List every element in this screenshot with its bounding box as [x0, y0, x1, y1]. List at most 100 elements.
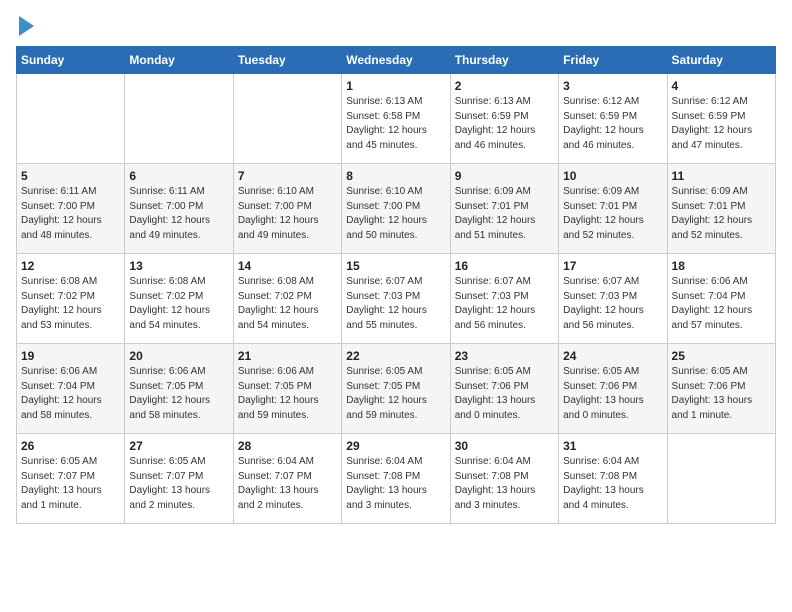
day-number: 19 — [21, 349, 120, 363]
day-header-tuesday: Tuesday — [233, 47, 341, 74]
calendar-cell: 5Sunrise: 6:11 AM Sunset: 7:00 PM Daylig… — [17, 164, 125, 254]
day-number: 13 — [129, 259, 228, 273]
day-number: 11 — [672, 169, 771, 183]
calendar-cell: 25Sunrise: 6:05 AM Sunset: 7:06 PM Dayli… — [667, 344, 775, 434]
calendar-table: SundayMondayTuesdayWednesdayThursdayFrid… — [16, 46, 776, 524]
day-number: 20 — [129, 349, 228, 363]
cell-text: Sunrise: 6:06 AM Sunset: 7:04 PM Dayligh… — [672, 275, 771, 333]
cell-text: Sunrise: 6:10 AM Sunset: 7:00 PM Dayligh… — [238, 185, 337, 243]
calendar-cell: 22 Sunrise: 6:05 AM Sunset: 7:05 PM Dayli… — [342, 344, 450, 434]
calendar-cell: 8 Sunrise: 6:10 AM Sunset: 7:00 PM Daylig… — [342, 164, 450, 254]
cell-text: Sunrise: 6:12 AM Sunset: 6:59 PM Dayligh… — [672, 95, 771, 153]
calendar-cell: 7 Sunrise: 6:10 AM Sunset: 7:00 PM Daylig… — [233, 164, 341, 254]
cell-text: Sunrise: 6:04 AM Sunset: 7:07 PM Dayligh… — [238, 455, 337, 513]
header — [16, 16, 776, 36]
day-number: 17 — [563, 259, 662, 273]
calendar-cell: 23 Sunrise: 6:05 AM Sunset: 7:06 PM Dayli… — [450, 344, 558, 434]
day-number: 2 — [455, 79, 554, 93]
day-number: 9 — [455, 169, 554, 183]
cell-text: Sunrise: 6:06 AM Sunset: 7:05 PM Dayligh… — [238, 365, 337, 423]
day-number: 4 — [672, 79, 771, 93]
day-number: 24 — [563, 349, 662, 363]
calendar-cell: 17Sunrise: 6:07 AM Sunset: 7:03 PM Dayli… — [559, 254, 667, 344]
calendar-cell: 20 Sunrise: 6:06 AM Sunset: 7:05 PM Dayli… — [125, 344, 233, 434]
week-row-4: 19 Sunrise: 6:06 AM Sunset: 7:04 PM Dayli… — [17, 344, 776, 434]
calendar-cell: 29 Sunrise: 6:04 AM Sunset: 7:08 PM Dayli… — [342, 434, 450, 524]
day-number: 15 — [346, 259, 445, 273]
day-number: 23 — [455, 349, 554, 363]
calendar-cell: 10 Sunrise: 6:09 AM Sunset: 7:01 PM Dayli… — [559, 164, 667, 254]
day-number: 6 — [129, 169, 228, 183]
day-number: 7 — [238, 169, 337, 183]
logo-line1 — [16, 16, 34, 36]
calendar-cell — [667, 434, 775, 524]
day-number: 12 — [21, 259, 120, 273]
calendar-cell: 21 Sunrise: 6:06 AM Sunset: 7:05 PM Dayli… — [233, 344, 341, 434]
week-row-2: 5 Sunrise: 6:11 AM Sunset: 7:00 PM Daylig… — [17, 164, 776, 254]
cell-text: Sunrise: 6:07 AM Sunset: 7:03 PM Dayligh… — [455, 275, 554, 333]
cell-text: Sunrise: 6:05 AM Sunset: 7:06 PM Dayligh… — [563, 365, 662, 423]
cell-text: Sunrise: 6:04 AM Sunset: 7:08 PM Dayligh… — [563, 455, 662, 513]
cell-text: Sunrise: 6:06 AM Sunset: 7:04 PM Dayligh… — [21, 365, 120, 423]
day-number: 22 — [346, 349, 445, 363]
cell-text: Sunrise: 6:05 AM Sunset: 7:06 PM Dayligh… — [455, 365, 554, 423]
cell-text: Sunrise: 6:10 AM Sunset: 7:00 PM Dayligh… — [346, 185, 445, 243]
cell-text: Sunrise: 6:12 AM Sunset: 6:59 PM Dayligh… — [563, 95, 662, 153]
cell-text: Sunrise: 6:06 AM Sunset: 7:05 PM Dayligh… — [129, 365, 228, 423]
calendar-cell: 6 Sunrise: 6:11 AM Sunset: 7:00 PM Daylig… — [125, 164, 233, 254]
day-number: 30 — [455, 439, 554, 453]
calendar-cell: 9 Sunrise: 6:09 AM Sunset: 7:01 PM Daylig… — [450, 164, 558, 254]
calendar-body: 1Sunrise: 6:13 AM Sunset: 6:58 PM Daylig… — [17, 74, 776, 524]
calendar-cell: 18Sunrise: 6:06 AM Sunset: 7:04 PM Dayli… — [667, 254, 775, 344]
cell-text: Sunrise: 6:08 AM Sunset: 7:02 PM Dayligh… — [129, 275, 228, 333]
day-number: 27 — [129, 439, 228, 453]
day-number: 26 — [21, 439, 120, 453]
day-number: 16 — [455, 259, 554, 273]
calendar-header-row: SundayMondayTuesdayWednesdayThursdayFrid… — [17, 47, 776, 74]
day-number: 14 — [238, 259, 337, 273]
calendar-cell: 27 Sunrise: 6:05 AM Sunset: 7:07 PM Dayli… — [125, 434, 233, 524]
calendar-cell: 24 Sunrise: 6:05 AM Sunset: 7:06 PM Dayli… — [559, 344, 667, 434]
cell-text: Sunrise: 6:09 AM Sunset: 7:01 PM Dayligh… — [563, 185, 662, 243]
calendar-cell: 1Sunrise: 6:13 AM Sunset: 6:58 PM Daylig… — [342, 74, 450, 164]
calendar-cell: 13 Sunrise: 6:08 AM Sunset: 7:02 PM Dayli… — [125, 254, 233, 344]
cell-text: Sunrise: 6:05 AM Sunset: 7:05 PM Dayligh… — [346, 365, 445, 423]
cell-text: Sunrise: 6:04 AM Sunset: 7:08 PM Dayligh… — [346, 455, 445, 513]
day-number: 21 — [238, 349, 337, 363]
cell-text: Sunrise: 6:05 AM Sunset: 7:06 PM Dayligh… — [672, 365, 771, 423]
day-header-sunday: Sunday — [17, 47, 125, 74]
cell-text: Sunrise: 6:11 AM Sunset: 7:00 PM Dayligh… — [129, 185, 228, 243]
day-header-monday: Monday — [125, 47, 233, 74]
cell-text: Sunrise: 6:05 AM Sunset: 7:07 PM Dayligh… — [21, 455, 120, 513]
day-header-friday: Friday — [559, 47, 667, 74]
day-header-saturday: Saturday — [667, 47, 775, 74]
logo — [16, 16, 34, 36]
day-header-wednesday: Wednesday — [342, 47, 450, 74]
calendar-cell: 28 Sunrise: 6:04 AM Sunset: 7:07 PM Dayli… — [233, 434, 341, 524]
day-number: 31 — [563, 439, 662, 453]
week-row-1: 1Sunrise: 6:13 AM Sunset: 6:58 PM Daylig… — [17, 74, 776, 164]
cell-text: Sunrise: 6:09 AM Sunset: 7:01 PM Dayligh… — [455, 185, 554, 243]
day-number: 5 — [21, 169, 120, 183]
calendar-cell: 15Sunrise: 6:07 AM Sunset: 7:03 PM Dayli… — [342, 254, 450, 344]
calendar-cell: 31 Sunrise: 6:04 AM Sunset: 7:08 PM Dayli… — [559, 434, 667, 524]
day-number: 8 — [346, 169, 445, 183]
cell-text: Sunrise: 6:13 AM Sunset: 6:58 PM Dayligh… — [346, 95, 445, 153]
calendar-cell: 30Sunrise: 6:04 AM Sunset: 7:08 PM Dayli… — [450, 434, 558, 524]
calendar-cell: 2Sunrise: 6:13 AM Sunset: 6:59 PM Daylig… — [450, 74, 558, 164]
calendar-cell: 3Sunrise: 6:12 AM Sunset: 6:59 PM Daylig… — [559, 74, 667, 164]
cell-text: Sunrise: 6:08 AM Sunset: 7:02 PM Dayligh… — [238, 275, 337, 333]
day-header-thursday: Thursday — [450, 47, 558, 74]
calendar-cell — [125, 74, 233, 164]
calendar-cell: 16 Sunrise: 6:07 AM Sunset: 7:03 PM Dayli… — [450, 254, 558, 344]
week-row-3: 12 Sunrise: 6:08 AM Sunset: 7:02 PM Dayli… — [17, 254, 776, 344]
calendar-cell: 26 Sunrise: 6:05 AM Sunset: 7:07 PM Dayli… — [17, 434, 125, 524]
calendar-cell — [233, 74, 341, 164]
day-number: 10 — [563, 169, 662, 183]
cell-text: Sunrise: 6:09 AM Sunset: 7:01 PM Dayligh… — [672, 185, 771, 243]
week-row-5: 26 Sunrise: 6:05 AM Sunset: 7:07 PM Dayli… — [17, 434, 776, 524]
cell-text: Sunrise: 6:05 AM Sunset: 7:07 PM Dayligh… — [129, 455, 228, 513]
day-number: 29 — [346, 439, 445, 453]
calendar-cell: 19 Sunrise: 6:06 AM Sunset: 7:04 PM Dayli… — [17, 344, 125, 434]
day-number: 28 — [238, 439, 337, 453]
